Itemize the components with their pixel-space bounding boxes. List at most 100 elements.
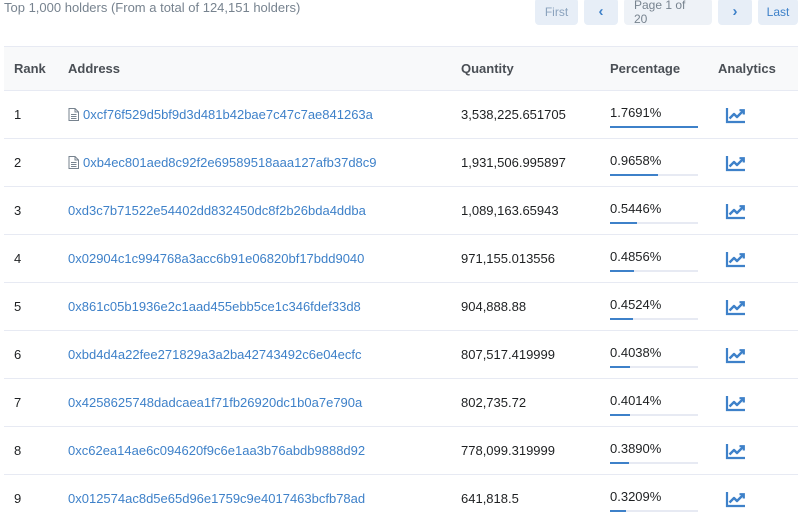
percentage-cell: 0.9658%: [610, 139, 698, 187]
address-cell: 0x02904c1c994768a3acc6b91e06820bf17bdd90…: [68, 251, 364, 266]
quantity-cell: 807,517.419999: [461, 347, 555, 362]
table-body: 1 0xcf76f529d5bf9d3d481b42bae7c47c7ae841…: [4, 91, 798, 518]
holders-summary: Top 1,000 holders (From a total of 124,1…: [4, 0, 301, 15]
percentage-bar: [610, 269, 698, 272]
holder-address-link[interactable]: 0x4258625748dadcaea1f71fb26920dc1b0a7e79…: [68, 395, 362, 410]
next-page-button[interactable]: ›: [718, 0, 752, 25]
rank-cell: 6: [14, 347, 22, 362]
percentage-cell: 1.7691%: [610, 91, 698, 139]
percentage-value: 0.3209%: [610, 488, 662, 504]
percentage-bar-fill: [610, 365, 631, 368]
percentage-value: 0.4014%: [610, 392, 662, 408]
address-cell: 0xd3c7b71522e54402dd832450dc8f2b26bda4dd…: [68, 203, 366, 218]
table-row: 9 0x012574ac8d5e65d96e1759c9e4017463bcfb…: [4, 475, 798, 518]
table-row: 8 0xc62ea14ae6c094620f9c6e1aa3b76abdb988…: [4, 427, 798, 475]
percentage-bar-fill: [610, 317, 633, 320]
table-header: Rank Address Quantity Percentage Analyti…: [4, 47, 798, 91]
chart-trend-icon[interactable]: [725, 202, 747, 220]
previous-page-button[interactable]: ‹: [584, 0, 618, 25]
analytics-cell: [718, 394, 747, 412]
quantity-cell: 904,888.88: [461, 299, 527, 314]
table-row: 4 0x02904c1c994768a3acc6b91e06820bf17bdd…: [4, 235, 798, 283]
chart-trend-icon[interactable]: [725, 490, 747, 508]
contract-doc-icon: [68, 156, 79, 169]
holder-address-link[interactable]: 0xc62ea14ae6c094620f9c6e1aa3b76abdb9888d…: [68, 443, 365, 458]
analytics-cell: [718, 250, 747, 268]
percentage-bar-fill: [610, 509, 626, 512]
address-cell: 0x4258625748dadcaea1f71fb26920dc1b0a7e79…: [68, 395, 362, 410]
analytics-cell: [718, 106, 747, 124]
percentage-cell: 0.3209%: [610, 475, 698, 518]
percentage-bar-fill: [610, 173, 659, 176]
percentage-bar: [610, 173, 698, 176]
column-header-address: Address: [68, 61, 121, 76]
percentage-cell: 0.4524%: [610, 283, 698, 331]
percentage-bar-fill: [610, 269, 635, 272]
analytics-cell: [718, 298, 747, 316]
chart-trend-icon[interactable]: [725, 250, 747, 268]
percentage-value: 0.4524%: [610, 296, 662, 312]
percentage-cell: 0.3890%: [610, 427, 698, 475]
quantity-cell: 971,155.013556: [461, 251, 555, 266]
percentage-value: 1.7691%: [610, 104, 662, 120]
address-cell: 0x012574ac8d5e65d96e1759c9e4017463bcfb78…: [68, 491, 365, 506]
analytics-cell: [718, 346, 747, 364]
percentage-bar: [610, 413, 698, 416]
analytics-cell: [718, 490, 747, 508]
percentage-value: 0.3890%: [610, 440, 662, 456]
holder-address-link[interactable]: 0x861c05b1936e2c1aad455ebb5ce1c346fdef33…: [68, 299, 361, 314]
percentage-bar-fill: [610, 461, 630, 464]
rank-cell: 5: [14, 299, 22, 314]
analytics-cell: [718, 202, 747, 220]
holder-address-link[interactable]: 0xbd4d4a22fee271829a3a2ba42743492c6e04ec…: [68, 347, 362, 362]
holder-address-link[interactable]: 0x012574ac8d5e65d96e1759c9e4017463bcfb78…: [68, 491, 365, 506]
address-cell: 0xb4ec801aed8c92f2e69589518aaa127afb37d8…: [68, 155, 377, 170]
page-indicator: Page 1 of 20: [624, 0, 712, 26]
holder-address-link[interactable]: 0xd3c7b71522e54402dd832450dc8f2b26bda4dd…: [68, 203, 366, 218]
rank-cell: 4: [14, 251, 22, 266]
holder-address-link[interactable]: 0x02904c1c994768a3acc6b91e06820bf17bdd90…: [68, 251, 364, 266]
percentage-bar: [610, 317, 698, 320]
rank-cell: 2: [14, 155, 22, 170]
rank-cell: 7: [14, 395, 22, 410]
chart-trend-icon[interactable]: [725, 106, 747, 124]
pagination: First ‹ Page 1 of 20 › Last: [535, 0, 798, 26]
rank-cell: 3: [14, 203, 22, 218]
column-header-percentage: Percentage: [610, 61, 681, 76]
first-page-button[interactable]: First: [535, 0, 578, 25]
address-cell: 0x861c05b1936e2c1aad455ebb5ce1c346fdef33…: [68, 299, 361, 314]
percentage-cell: 0.5446%: [610, 187, 698, 235]
last-page-button[interactable]: Last: [758, 0, 798, 25]
percentage-cell: 0.4014%: [610, 379, 698, 427]
percentage-value: 0.5446%: [610, 200, 662, 216]
quantity-cell: 3,538,225.651705: [461, 107, 566, 122]
percentage-bar: [610, 365, 698, 368]
analytics-cell: [718, 442, 747, 460]
rank-cell: 8: [14, 443, 22, 458]
column-header-analytics: Analytics: [718, 61, 776, 76]
percentage-bar: [610, 221, 698, 224]
quantity-cell: 778,099.319999: [461, 443, 555, 458]
percentage-cell: 0.4856%: [610, 235, 698, 283]
chart-trend-icon[interactable]: [725, 154, 747, 172]
table-row: 2 0xb4ec801aed8c92f2e69589518aaa127afb37…: [4, 139, 798, 187]
address-cell: 0xcf76f529d5bf9d3d481b42bae7c47c7ae84126…: [68, 107, 373, 122]
table-row: 3 0xd3c7b71522e54402dd832450dc8f2b26bda4…: [4, 187, 798, 235]
quantity-cell: 1,089,163.65943: [461, 203, 559, 218]
percentage-bar: [610, 461, 698, 464]
holder-address-link[interactable]: 0xb4ec801aed8c92f2e69589518aaa127afb37d8…: [83, 155, 377, 170]
percentage-bar: [610, 509, 698, 512]
chart-trend-icon[interactable]: [725, 442, 747, 460]
chart-trend-icon[interactable]: [725, 394, 747, 412]
chart-trend-icon[interactable]: [725, 298, 747, 316]
percentage-bar-fill: [610, 125, 698, 128]
table-row: 7 0x4258625748dadcaea1f71fb26920dc1b0a7e…: [4, 379, 798, 427]
percentage-value: 0.4038%: [610, 344, 662, 360]
quantity-cell: 802,735.72: [461, 395, 527, 410]
chart-trend-icon[interactable]: [725, 346, 747, 364]
percentage-bar-fill: [610, 413, 630, 416]
holder-address-link[interactable]: 0xcf76f529d5bf9d3d481b42bae7c47c7ae84126…: [83, 107, 373, 122]
address-cell: 0xc62ea14ae6c094620f9c6e1aa3b76abdb9888d…: [68, 443, 365, 458]
percentage-cell: 0.4038%: [610, 331, 698, 379]
table-row: 5 0x861c05b1936e2c1aad455ebb5ce1c346fdef…: [4, 283, 798, 331]
